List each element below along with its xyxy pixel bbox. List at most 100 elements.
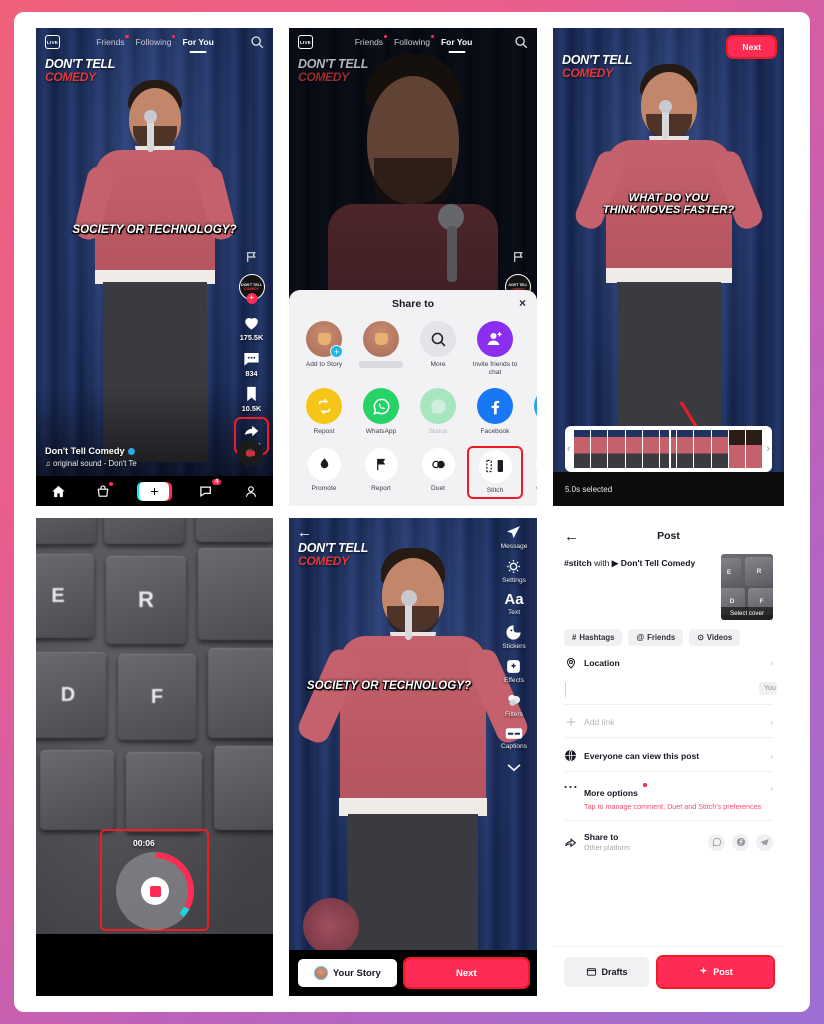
row-privacy[interactable]: Everyone can view this post › (564, 738, 773, 771)
share-telegram[interactable]: Telegram (526, 388, 537, 436)
trim-editor[interactable]: ‹ › 5.0s selected (553, 426, 784, 506)
panel-share-sheet[interactable]: LIVE Friends Following For You DON'T TEL… (289, 28, 537, 506)
tool-settings[interactable]: Settings (502, 558, 526, 584)
panel-stitch-edit[interactable]: ← DON'T TELL COMEDY SOCIETY OR TECHNOLOG… (289, 518, 537, 996)
share-whatsapp[interactable]: WhatsApp (355, 388, 407, 436)
share-more[interactable]: More (412, 321, 464, 377)
select-cover-thumbnail[interactable]: E R D F Select cover (721, 554, 773, 620)
share-sheet[interactable]: Share to × + Add to Story More Invite fr… (289, 290, 537, 506)
row-location[interactable]: Location › (564, 646, 773, 678)
share-row-1[interactable]: + Add to Story More Invite friends to ch… (289, 310, 537, 377)
tab-home[interactable] (51, 484, 66, 499)
like-button[interactable]: 175.5K (240, 313, 263, 342)
tab-for-you[interactable]: For You (182, 37, 213, 47)
share-top-nav[interactable]: LIVE Friends Following For You (289, 28, 537, 56)
caption-chips[interactable]: # Hashtags @ Friends ⊙ Videos (564, 629, 773, 646)
chevron-down-icon[interactable] (506, 760, 522, 778)
tab-following[interactable]: Following (394, 35, 434, 47)
bottom-tab-bar[interactable]: + 4 (36, 476, 273, 506)
post-screen[interactable]: ← Post #stitch with ▶ Don't Tell Comedy (553, 518, 784, 996)
panel-record-camera[interactable]: E R D F 00:06 (36, 518, 273, 996)
search-icon[interactable] (250, 35, 264, 49)
share-tabs[interactable]: Friends Following For You (322, 35, 505, 47)
row-add-link[interactable]: Add link › (564, 705, 773, 737)
share-contact[interactable] (355, 321, 407, 377)
tool-text[interactable]: Aa Text (504, 592, 523, 616)
share-platform-icons[interactable] (708, 833, 773, 851)
chip-videos[interactable]: ⊙ Videos (689, 629, 741, 646)
panel-stitch-trim[interactable]: DON'T TELL COMEDY Next WHAT DO YOU THINK… (553, 28, 784, 506)
row-more-options[interactable]: More options Tap to manage comment, Duet… (564, 772, 773, 820)
share-add-to-story[interactable]: + Add to Story (298, 321, 350, 377)
author-avatar-button[interactable]: DON'T TELL COMEDY + (238, 274, 265, 304)
panel-tiktok-feed[interactable]: LIVE Friends Following For You DON'T TEL… (36, 28, 273, 506)
tab-friends[interactable]: Friends (96, 35, 129, 47)
next-button-highlighted[interactable]: Next (402, 957, 531, 989)
create-button[interactable]: + (136, 481, 172, 501)
live-icon[interactable]: LIVE (298, 35, 313, 49)
playhead[interactable] (668, 428, 671, 470)
record-stop-button[interactable] (141, 877, 169, 905)
share-row-3[interactable]: Promote Report Duet Stitch (289, 437, 537, 499)
chip-hashtags[interactable]: # Hashtags (564, 629, 623, 646)
edit-tool-rail[interactable]: Message Settings Aa Text Stickers Effect… (491, 518, 537, 996)
post-footer[interactable]: Drafts Post (553, 946, 784, 996)
chip-friends[interactable]: @ Friends (628, 629, 684, 646)
tool-message[interactable]: Message (501, 524, 527, 550)
flag-icon[interactable] (512, 250, 525, 264)
share-status[interactable]: Status (412, 388, 464, 436)
flag-icon[interactable] (245, 250, 258, 264)
telegram-icon[interactable] (756, 833, 773, 851)
feed-action-rail[interactable]: DON'T TELL COMEDY + 175.5K 834 10.5K (234, 250, 269, 455)
tool-effects[interactable]: Effects (504, 658, 524, 684)
share-duet[interactable]: Duet (412, 447, 464, 497)
row-share-to[interactable]: Share to Other platform (564, 821, 773, 861)
tab-for-you[interactable]: For You (441, 37, 472, 47)
trim-right-handle[interactable]: › (766, 443, 770, 455)
tab-following[interactable]: Following (136, 35, 176, 47)
feed-tabs[interactable]: Friends Following For You (69, 35, 241, 47)
share-invite-friends[interactable]: Invite friends to chat (469, 321, 521, 377)
your-story-button[interactable]: Your Story (298, 959, 397, 987)
share-promote[interactable]: Promote (298, 447, 350, 497)
sound-title[interactable]: ♫ original sound - Don't Te (45, 459, 217, 468)
tab-friends[interactable]: Friends (355, 35, 388, 47)
tool-filters[interactable]: Filters (505, 692, 523, 718)
share-report[interactable]: Report (355, 447, 407, 497)
share-stitch-highlighted[interactable]: Stitch (467, 445, 523, 499)
next-button-highlighted[interactable]: Next (726, 35, 777, 59)
tab-shop[interactable] (96, 481, 113, 499)
bookmark-button[interactable]: 10.5K (242, 385, 261, 413)
location-input-row[interactable]: You (564, 678, 777, 704)
trim-left-handle[interactable]: ‹ (567, 443, 571, 455)
tool-stickers[interactable]: Stickers (502, 624, 526, 650)
follow-plus-badge[interactable]: + (246, 293, 257, 304)
whatsapp-icon[interactable] (708, 833, 725, 851)
comment-button[interactable]: 834 (242, 349, 261, 378)
row-more-options-sub: Tap to manage comment, Duet and Stitch's… (584, 802, 762, 811)
share-create-sticker[interactable]: Create stic (526, 447, 537, 497)
panel-post-screen[interactable]: ← Post #stitch with ▶ Don't Tell Comedy (553, 518, 784, 996)
back-arrow-icon[interactable]: ← (297, 525, 312, 540)
author-name-row[interactable]: Don't Tell Comedy (45, 446, 217, 456)
share-facebook[interactable]: Facebook (469, 388, 521, 436)
search-icon[interactable] (514, 35, 528, 49)
post-button-highlighted[interactable]: Post (656, 954, 775, 989)
tab-inbox[interactable]: 4 (199, 478, 222, 499)
close-icon[interactable]: × (519, 297, 526, 309)
live-icon[interactable]: LIVE (45, 35, 60, 49)
share-repost[interactable]: Repost (298, 388, 350, 436)
tab-profile[interactable] (244, 484, 258, 499)
location-suggestion-tag[interactable]: You (759, 682, 777, 695)
tool-captions[interactable]: Captions (501, 726, 527, 750)
share-row-2[interactable]: Repost WhatsApp Status Facebook (289, 377, 537, 436)
page-title: Post (657, 530, 680, 542)
feed-top-nav[interactable]: LIVE Friends Following For You (36, 28, 273, 56)
edit-bottom-bar[interactable]: Your Story Next (289, 950, 537, 996)
facebook-icon[interactable] (732, 833, 749, 851)
caption-line1: WHAT DO YOU (628, 192, 709, 204)
sound-disc-icon[interactable] (237, 440, 263, 466)
caption-input[interactable]: #stitch with ▶ Don't Tell Comedy (564, 554, 712, 620)
drafts-button[interactable]: Drafts (564, 956, 650, 987)
filmstrip[interactable]: ‹ › (565, 426, 772, 472)
